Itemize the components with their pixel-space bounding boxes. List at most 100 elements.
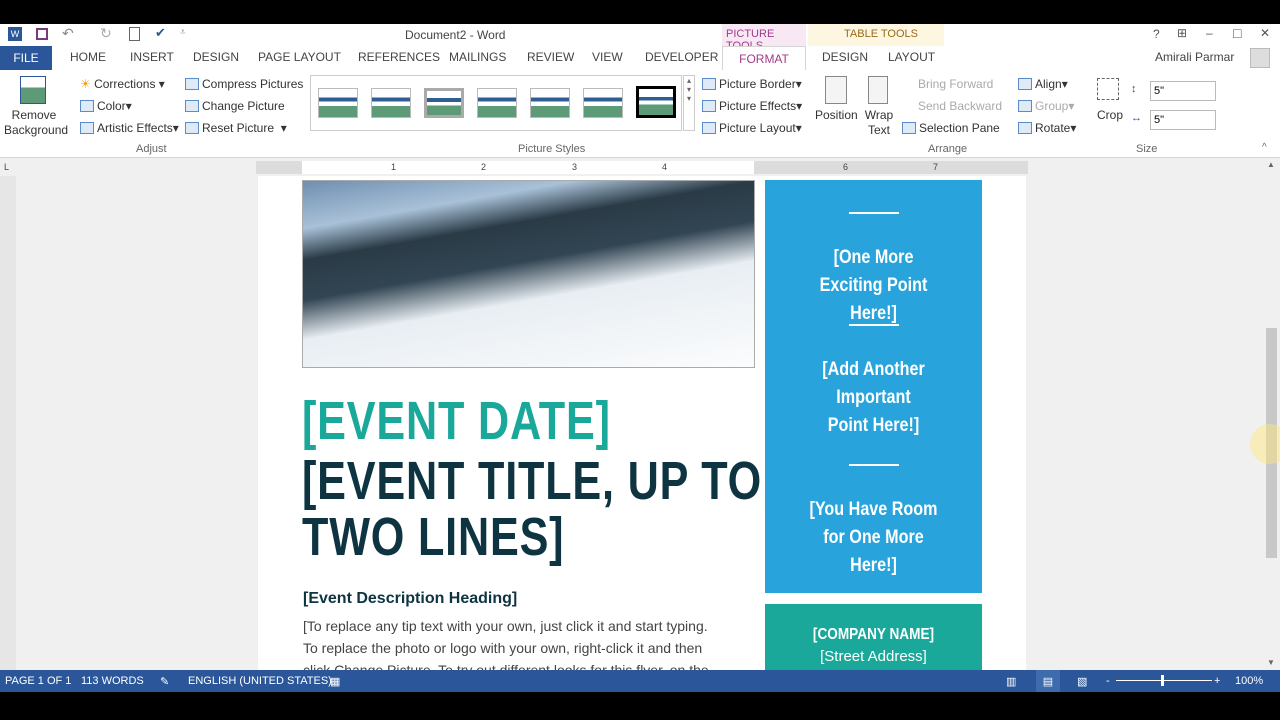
- zoom-out-icon[interactable]: -: [1106, 675, 1110, 687]
- web-layout-icon[interactable]: ▧: [1077, 675, 1087, 688]
- word-count[interactable]: 113 WORDS: [81, 675, 144, 687]
- group-label-size: Size: [1136, 143, 1158, 155]
- minimize-button[interactable]: –: [1206, 26, 1213, 40]
- body-line[interactable]: [To replace any tip text with your own, …: [303, 618, 708, 634]
- remove-background-icon: [20, 76, 46, 104]
- scroll-up-icon[interactable]: ▲: [1267, 160, 1275, 169]
- event-title-line-1[interactable]: [EVENT TITLE, UP TO: [302, 450, 762, 512]
- color-button[interactable]: Color▾: [80, 99, 132, 113]
- scroll-down-icon[interactable]: ▼: [1267, 658, 1275, 667]
- ribbon-tabs: FILE HOME INSERT DESIGN PAGE LAYOUT REFE…: [0, 46, 1280, 71]
- tab-table-design[interactable]: DESIGN: [822, 50, 868, 64]
- selection-pane-icon: [902, 122, 916, 134]
- tab-view[interactable]: VIEW: [592, 50, 623, 64]
- picture-layout-button[interactable]: Picture Layout▾: [702, 121, 802, 135]
- vertical-scrollbar[interactable]: ▲ ▼: [1263, 158, 1280, 670]
- tab-developer[interactable]: DEVELOPER: [645, 50, 718, 64]
- crop-button[interactable]: Crop: [1097, 108, 1123, 122]
- tab-insert[interactable]: INSERT: [130, 50, 174, 64]
- style-thumbnail[interactable]: [583, 88, 623, 118]
- event-date[interactable]: [EVENT DATE]: [302, 390, 611, 452]
- picture-effects-button[interactable]: Picture Effects▾: [702, 99, 802, 113]
- artistic-effects-button[interactable]: Artistic Effects▾: [80, 121, 179, 135]
- horizontal-ruler[interactable]: 1 2 3 4 6 7: [256, 161, 1028, 174]
- gallery-scroll[interactable]: ▴ ▾ ▾: [683, 75, 695, 131]
- remove-background-button[interactable]: Remove Background: [4, 108, 68, 138]
- body-line[interactable]: To replace the photo or logo with your o…: [303, 640, 702, 656]
- change-picture-button[interactable]: Change Picture: [185, 99, 285, 113]
- picture-border-button[interactable]: Picture Border▾: [702, 77, 802, 91]
- tab-mailings[interactable]: MAILINGS: [449, 50, 506, 64]
- help-icon[interactable]: ?: [1153, 27, 1160, 41]
- style-thumbnail[interactable]: [477, 88, 517, 118]
- group-icon: [1018, 100, 1032, 112]
- customize-icon[interactable]: ⩡: [180, 27, 186, 38]
- tab-design[interactable]: DESIGN: [193, 50, 239, 64]
- avatar[interactable]: [1250, 48, 1270, 68]
- print-layout-icon[interactable]: ▤: [1036, 670, 1060, 692]
- maximize-button[interactable]: □: [1233, 25, 1241, 41]
- window-title: Document2 - Word: [405, 28, 506, 42]
- event-title-line-2[interactable]: TWO LINES]: [302, 506, 564, 568]
- body-line[interactable]: click Change Picture. To try out differe…: [303, 662, 709, 670]
- position-button[interactable]: Position: [815, 108, 858, 122]
- tab-review[interactable]: REVIEW: [527, 50, 574, 64]
- zoom-level[interactable]: 100%: [1235, 675, 1263, 687]
- style-thumbnail[interactable]: [636, 86, 676, 118]
- user-name[interactable]: Amirali Parmar: [1155, 50, 1234, 64]
- save-icon[interactable]: [36, 28, 48, 40]
- macro-icon[interactable]: ▦: [330, 675, 340, 688]
- close-button[interactable]: ✕: [1260, 26, 1270, 40]
- style-thumbnail[interactable]: [424, 88, 464, 118]
- tab-home[interactable]: HOME: [70, 50, 106, 64]
- style-thumbnail[interactable]: [318, 88, 358, 118]
- company-panel[interactable]: [COMPANY NAME] [Street Address]: [765, 604, 982, 670]
- tab-format[interactable]: FORMAT: [722, 46, 806, 71]
- zoom-in-icon[interactable]: +: [1214, 675, 1220, 687]
- compress-pictures-button[interactable]: Compress Pictures: [185, 77, 303, 91]
- send-backward-button[interactable]: Send Backward: [918, 99, 1002, 113]
- document-page[interactable]: [One More Exciting Point Here!] [Add Ano…: [258, 176, 1026, 670]
- group-label-adjust: Adjust: [136, 143, 167, 155]
- print-preview-icon[interactable]: [129, 27, 140, 41]
- tab-page-layout[interactable]: PAGE LAYOUT: [258, 50, 341, 64]
- zoom-slider-thumb[interactable]: [1161, 675, 1164, 686]
- width-icon: ↔: [1131, 112, 1142, 124]
- selection-pane-button[interactable]: Selection Pane: [902, 121, 1000, 135]
- picture-styles-gallery[interactable]: [310, 75, 682, 131]
- zoom-slider[interactable]: [1116, 680, 1212, 681]
- tab-table-layout[interactable]: LAYOUT: [888, 50, 935, 64]
- ribbon-display-icon[interactable]: ⊞: [1177, 26, 1187, 40]
- read-mode-icon[interactable]: ▥: [1006, 675, 1016, 688]
- description-heading[interactable]: [Event Description Heading]: [303, 590, 517, 608]
- width-input[interactable]: [1150, 110, 1216, 130]
- company-name: [COMPANY NAME]: [812, 626, 935, 643]
- collapse-ribbon-icon[interactable]: ^: [1262, 142, 1267, 153]
- tab-file[interactable]: FILE: [0, 46, 52, 70]
- flyer-photo[interactable]: [302, 180, 755, 368]
- bring-forward-button[interactable]: Bring Forward: [918, 77, 993, 91]
- street-address: [Street Address]: [820, 648, 927, 665]
- undo-icon[interactable]: ↶: [62, 25, 74, 42]
- style-thumbnail[interactable]: [371, 88, 411, 118]
- tab-selector[interactable]: L: [4, 162, 9, 172]
- highlights-panel[interactable]: [One More Exciting Point Here!] [Add Ano…: [765, 180, 982, 593]
- reset-picture-button[interactable]: Reset Picture ▾: [185, 121, 287, 135]
- proofing-icon[interactable]: ✎: [160, 675, 169, 688]
- change-picture-icon: [185, 100, 199, 112]
- vertical-ruler[interactable]: [0, 176, 16, 670]
- tab-references[interactable]: REFERENCES: [358, 50, 440, 64]
- title-bar: W ↶ ↻ ✔ ⩡ Document2 - Word PICTURE TOOLS…: [0, 24, 1280, 70]
- style-thumbnail[interactable]: [530, 88, 570, 118]
- spelling-icon[interactable]: ✔: [155, 25, 166, 41]
- page-count[interactable]: PAGE 1 OF 1: [5, 675, 71, 687]
- redo-icon[interactable]: ↻: [100, 25, 112, 42]
- align-button[interactable]: Align▾: [1018, 77, 1068, 91]
- wrap-text-button[interactable]: Wrap Text: [864, 108, 894, 138]
- artistic-effects-icon: [80, 122, 94, 134]
- rotate-button[interactable]: Rotate▾: [1018, 121, 1076, 135]
- height-input[interactable]: [1150, 81, 1216, 101]
- language[interactable]: ENGLISH (UNITED STATES): [188, 675, 332, 687]
- corrections-button[interactable]: ☀ Corrections ▾: [80, 77, 165, 91]
- group-button[interactable]: Group▾: [1018, 99, 1074, 113]
